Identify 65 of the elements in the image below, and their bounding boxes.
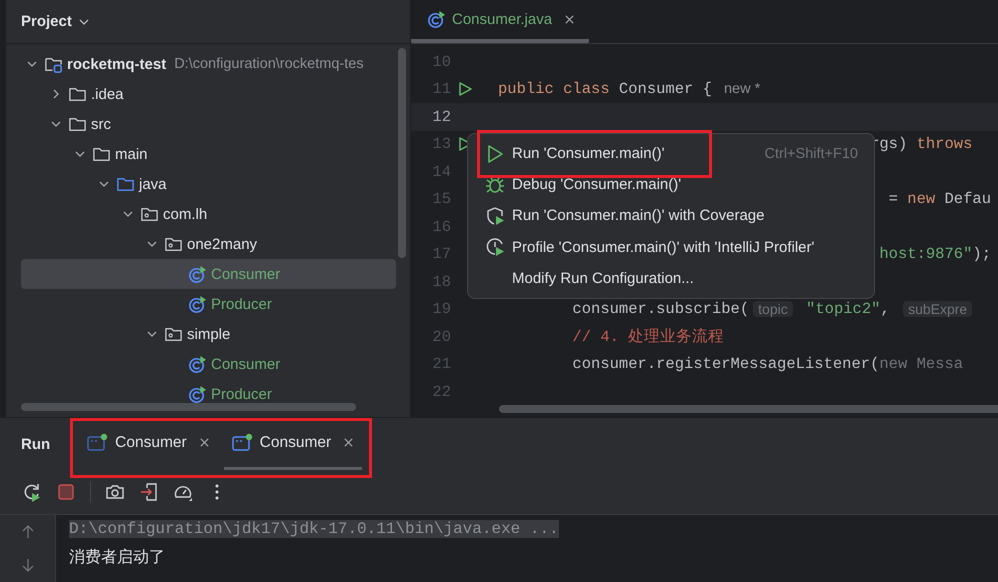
console-line: 消费者启动了 xyxy=(69,548,165,568)
menu-item[interactable]: Debug 'Consumer.main()' xyxy=(468,169,874,200)
code-string: "topic2" xyxy=(806,300,880,318)
tree-item[interactable]: Producer xyxy=(211,296,272,312)
editor-tab[interactable]: Consumer.java xyxy=(411,0,590,43)
tree-item[interactable]: src xyxy=(91,116,111,132)
panel-title: Run xyxy=(21,436,50,452)
shortcut-hint: Ctrl+Shift+F10 xyxy=(764,146,858,162)
line-number: 12 xyxy=(431,108,451,126)
code-string: host:9876" xyxy=(879,245,972,264)
project-path: D:\configuration\rocketmq-tes xyxy=(174,56,364,72)
window-icon xyxy=(87,432,110,452)
menu-item[interactable]: Run 'Consumer.main()' Ctrl+Shift+F10 xyxy=(468,138,874,170)
inlay-hint: subExpre xyxy=(903,301,972,318)
code-comment: // 4. 处理业务流程 xyxy=(572,327,724,348)
class-icon xyxy=(188,294,207,314)
code-text: new xyxy=(907,190,936,208)
panel-title[interactable]: Project xyxy=(21,13,72,30)
tree-item[interactable]: one2many xyxy=(187,236,258,252)
class-icon xyxy=(188,354,207,374)
code-text: consumer.subscribe( xyxy=(572,300,750,318)
run-tab[interactable]: Consumer xyxy=(224,418,362,470)
code-text: consumer.registerMessageListener( xyxy=(572,355,880,374)
code-text: ); xyxy=(972,245,991,264)
class-icon xyxy=(188,384,207,404)
exit-icon[interactable] xyxy=(139,482,159,502)
close-icon[interactable] xyxy=(198,437,210,448)
code-text: Consumer { xyxy=(618,80,712,98)
tree-item[interactable]: rocketmq-test xyxy=(67,56,166,72)
code-text: , xyxy=(880,300,891,318)
close-icon[interactable] xyxy=(343,437,354,448)
code-text: Defau xyxy=(944,190,992,208)
rerun-icon[interactable] xyxy=(22,482,42,502)
code-text: = xyxy=(888,190,899,208)
scrollbar[interactable] xyxy=(398,48,406,258)
tree-item[interactable]: Producer xyxy=(211,386,272,402)
close-icon[interactable] xyxy=(564,14,576,25)
stop-icon[interactable] xyxy=(56,482,76,502)
run-tab[interactable]: Consumer xyxy=(79,418,218,470)
arrow-down-icon[interactable] xyxy=(20,557,36,574)
gauge-run-icon xyxy=(485,237,505,258)
code-text: public class xyxy=(498,80,611,98)
code-text: throws xyxy=(916,135,972,154)
selected-tree-row[interactable]: Consumer xyxy=(21,259,396,289)
tree-item[interactable]: main xyxy=(115,146,148,162)
menu-item[interactable]: Run 'Consumer.main()' with Coverage xyxy=(468,200,874,232)
window-icon xyxy=(232,432,254,452)
class-icon xyxy=(188,264,207,284)
tree-item[interactable]: .idea xyxy=(91,86,124,102)
run-icon xyxy=(485,144,505,164)
tree-item[interactable]: Consumer xyxy=(211,266,280,282)
shield-run-icon xyxy=(485,206,505,226)
code-text: new Messa xyxy=(879,355,964,374)
class-icon xyxy=(427,10,446,29)
tree-item[interactable]: java xyxy=(139,176,167,192)
inlay-hint: topic xyxy=(753,301,793,318)
run-icon[interactable] xyxy=(457,81,473,98)
scrollbar[interactable] xyxy=(21,403,356,411)
menu-item[interactable]: Modify Run Configuration... xyxy=(468,262,874,294)
menu-item[interactable]: Profile 'Consumer.main()' with 'IntelliJ Profiler' xyxy=(468,232,874,263)
tree-item[interactable]: Consumer xyxy=(211,356,280,372)
tree-item[interactable]: com.lh xyxy=(163,206,208,222)
scrollbar[interactable] xyxy=(499,405,998,413)
tree-item[interactable]: simple xyxy=(187,326,230,342)
inlay-hint: new * xyxy=(724,81,760,98)
